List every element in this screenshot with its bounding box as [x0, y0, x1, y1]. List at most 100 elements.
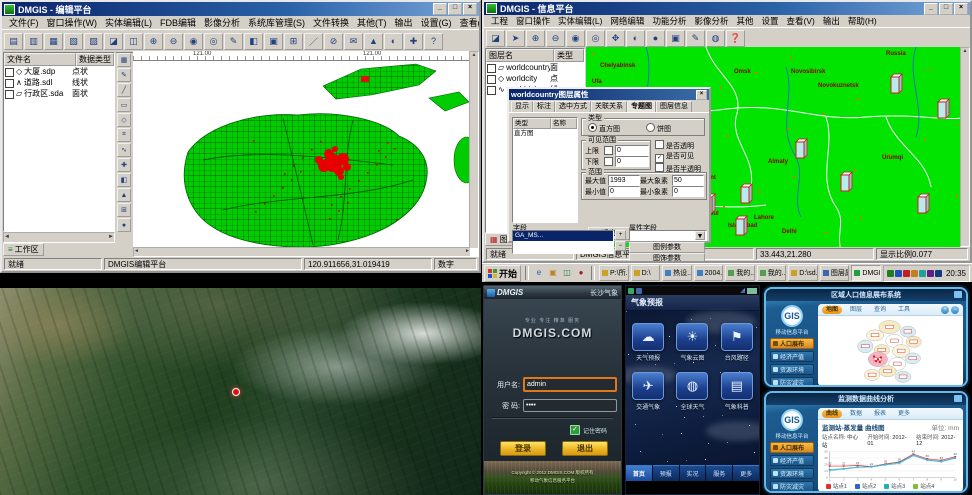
close-button[interactable]: ×	[463, 3, 477, 15]
layer-col-name[interactable]: 图层名	[486, 49, 554, 62]
sidebar-item-0[interactable]: 人口展布	[770, 338, 814, 349]
sidebar-item-1[interactable]: 经济产值	[770, 455, 814, 466]
info-tool-4[interactable]: ◉	[566, 30, 585, 47]
dialog-tab-5[interactable]: 图层信息	[656, 101, 692, 112]
info-tool-1[interactable]: ➤	[506, 30, 525, 47]
field-remove-button[interactable]: −	[615, 241, 626, 251]
workspace-tab[interactable]: ≡ 工作区	[3, 243, 44, 256]
legend-params-button[interactable]: 图例参数	[629, 242, 705, 253]
field-list[interactable]: GA_MS...	[512, 230, 614, 254]
info-menu-7[interactable]: 设置	[757, 15, 782, 27]
info-menu-1[interactable]: 窗口操作	[512, 15, 554, 27]
editor-tool-18[interactable]: ▲	[364, 33, 383, 50]
lower-field[interactable]: 0	[615, 156, 649, 167]
info-menu-6[interactable]: 其他	[732, 15, 757, 27]
editor-tool-1[interactable]: ▥	[24, 33, 43, 50]
file-col-type[interactable]: 数据类型	[76, 53, 114, 66]
task-button-1[interactable]: D:\	[631, 265, 661, 281]
tray-icon-1[interactable]	[895, 270, 902, 277]
radio-pie[interactable]: 饼图	[646, 123, 671, 134]
tray-icon-6[interactable]	[935, 270, 942, 277]
editor-tool-11[interactable]: ✎	[224, 33, 243, 50]
maximize-button[interactable]: □	[939, 3, 953, 15]
checkbox-icon[interactable]	[5, 79, 14, 88]
weather-nav-0[interactable]: 首页	[626, 465, 652, 481]
file-col-name[interactable]: 文件名	[4, 53, 76, 66]
sidebar-item-3[interactable]: 防灾减灾	[770, 481, 814, 492]
field-add-button[interactable]: +	[615, 230, 626, 240]
editor-titlebar[interactable]: DMGIS - 编辑平台 _ □ ×	[2, 2, 479, 16]
info-tool-7[interactable]: ◐	[626, 30, 645, 47]
task-button-8[interactable]: DMGI...	[851, 265, 881, 281]
weather-app-1[interactable]: ☀气象云图	[673, 323, 711, 362]
content-tab-2[interactable]: 报表	[870, 410, 890, 418]
line-chart[interactable]: 5038251301234567891022222321263045363340	[822, 450, 959, 482]
editor-tool-4[interactable]: ▨	[84, 33, 103, 50]
editor-tool-2[interactable]: ▦	[44, 33, 63, 50]
close-button[interactable]: ×	[954, 3, 968, 15]
editor-tool-10[interactable]: ◎	[204, 33, 223, 50]
file-row[interactable]: ∧道路.sdl线状	[4, 77, 114, 88]
editor-map-area[interactable]: 121.00 121.00	[133, 51, 479, 257]
task-button-4[interactable]: 我的...	[725, 265, 755, 281]
attr-field-select[interactable]: ▼	[629, 230, 707, 241]
edit-strip-tool-0[interactable]: ▦	[117, 53, 131, 67]
remember-checkbox[interactable]: ✓ 记住密码	[570, 425, 607, 435]
deco-params-button[interactable]: 图饰参数	[629, 253, 705, 263]
edit-strip-tool-11[interactable]: ●	[117, 218, 131, 232]
checkbox-icon[interactable]	[487, 86, 496, 95]
info-menu-9[interactable]: 输出	[819, 15, 844, 27]
info-tool-12[interactable]: ❓	[726, 30, 745, 47]
weather-nav-1[interactable]: 预报	[653, 465, 679, 481]
edit-strip-tool-3[interactable]: ▭	[117, 98, 131, 112]
content-tab-3[interactable]: 工具	[894, 306, 914, 314]
minpx-field[interactable]: 0	[672, 186, 704, 197]
dialog-tab-0[interactable]: 显示	[511, 101, 533, 112]
max-field[interactable]: 1993	[608, 175, 640, 186]
weather-app-3[interactable]: ✈交通气象	[629, 372, 667, 411]
editor-tool-8[interactable]: ⊖	[164, 33, 183, 50]
tray-icon-2[interactable]	[903, 270, 910, 277]
info-vscroll[interactable]: ▲	[960, 47, 970, 247]
map-marker[interactable]	[232, 388, 240, 396]
dialog-tab-3[interactable]: 关联关系	[591, 101, 627, 112]
tray-icon-0[interactable]	[887, 270, 894, 277]
info-tool-10[interactable]: ✎	[686, 30, 705, 47]
info-menu-3[interactable]: 网络编辑	[606, 15, 648, 27]
quicklaunch-desktop-icon[interactable]: ◫	[561, 267, 573, 279]
editor-menu-4[interactable]: 影像分析	[200, 16, 244, 29]
edit-strip-tool-10[interactable]: ⊞	[117, 203, 131, 217]
edit-strip-tool-7[interactable]: ✚	[117, 158, 131, 172]
maxpx-field[interactable]: 50	[672, 175, 704, 186]
start-button[interactable]: 开始	[484, 265, 521, 282]
info-menu-10[interactable]: 帮助(H)	[844, 15, 881, 27]
dialog-close-icon[interactable]: ×	[696, 90, 707, 100]
info-tool-5[interactable]: ◎	[586, 30, 605, 47]
dialog-titlebar[interactable]: worldcountry图层属性 ×	[509, 89, 709, 100]
editor-menu-5[interactable]: 系统库管理(S)	[244, 16, 309, 29]
editor-menu-6[interactable]: 文件转换	[309, 16, 353, 29]
tray-icon-4[interactable]	[919, 270, 926, 277]
theme-list[interactable]: 类型 名称 直方图	[512, 117, 578, 223]
editor-tool-19[interactable]: ◐	[384, 33, 403, 50]
editor-menu-7[interactable]: 其他(T)	[353, 16, 391, 29]
edit-strip-tool-4[interactable]: ◇	[117, 113, 131, 127]
sidebar-item-3[interactable]: 防灾减灾	[770, 377, 814, 387]
editor-menu-2[interactable]: 实体编辑(L)	[101, 16, 156, 29]
sidebar-item-2[interactable]: 资源环境	[770, 364, 814, 375]
weather-nav-3[interactable]: 服务	[706, 465, 732, 481]
opt-transparent[interactable]: 是否透明	[655, 140, 705, 151]
zoom-out-icon[interactable]: −	[951, 306, 959, 314]
layer-row[interactable]: ▱worldcountry面	[486, 62, 584, 73]
weather-nav-4[interactable]: 更多	[733, 465, 759, 481]
dialog-tab-4[interactable]: 专题图	[627, 101, 656, 112]
minimize-button[interactable]: _	[924, 3, 938, 15]
editor-tool-6[interactable]: ◫	[124, 33, 143, 50]
radio-histogram[interactable]: 直方图	[588, 123, 620, 134]
editor-menu-9[interactable]: 设置(G)	[417, 16, 456, 29]
quicklaunch-ie-icon[interactable]: e	[533, 267, 545, 279]
editor-tool-5[interactable]: ◪	[104, 33, 123, 50]
shanghai-map[interactable]	[133, 60, 479, 253]
weather-app-5[interactable]: ▤气象科普	[718, 372, 756, 411]
file-panel-hscroll[interactable]: ◄►	[3, 232, 115, 243]
